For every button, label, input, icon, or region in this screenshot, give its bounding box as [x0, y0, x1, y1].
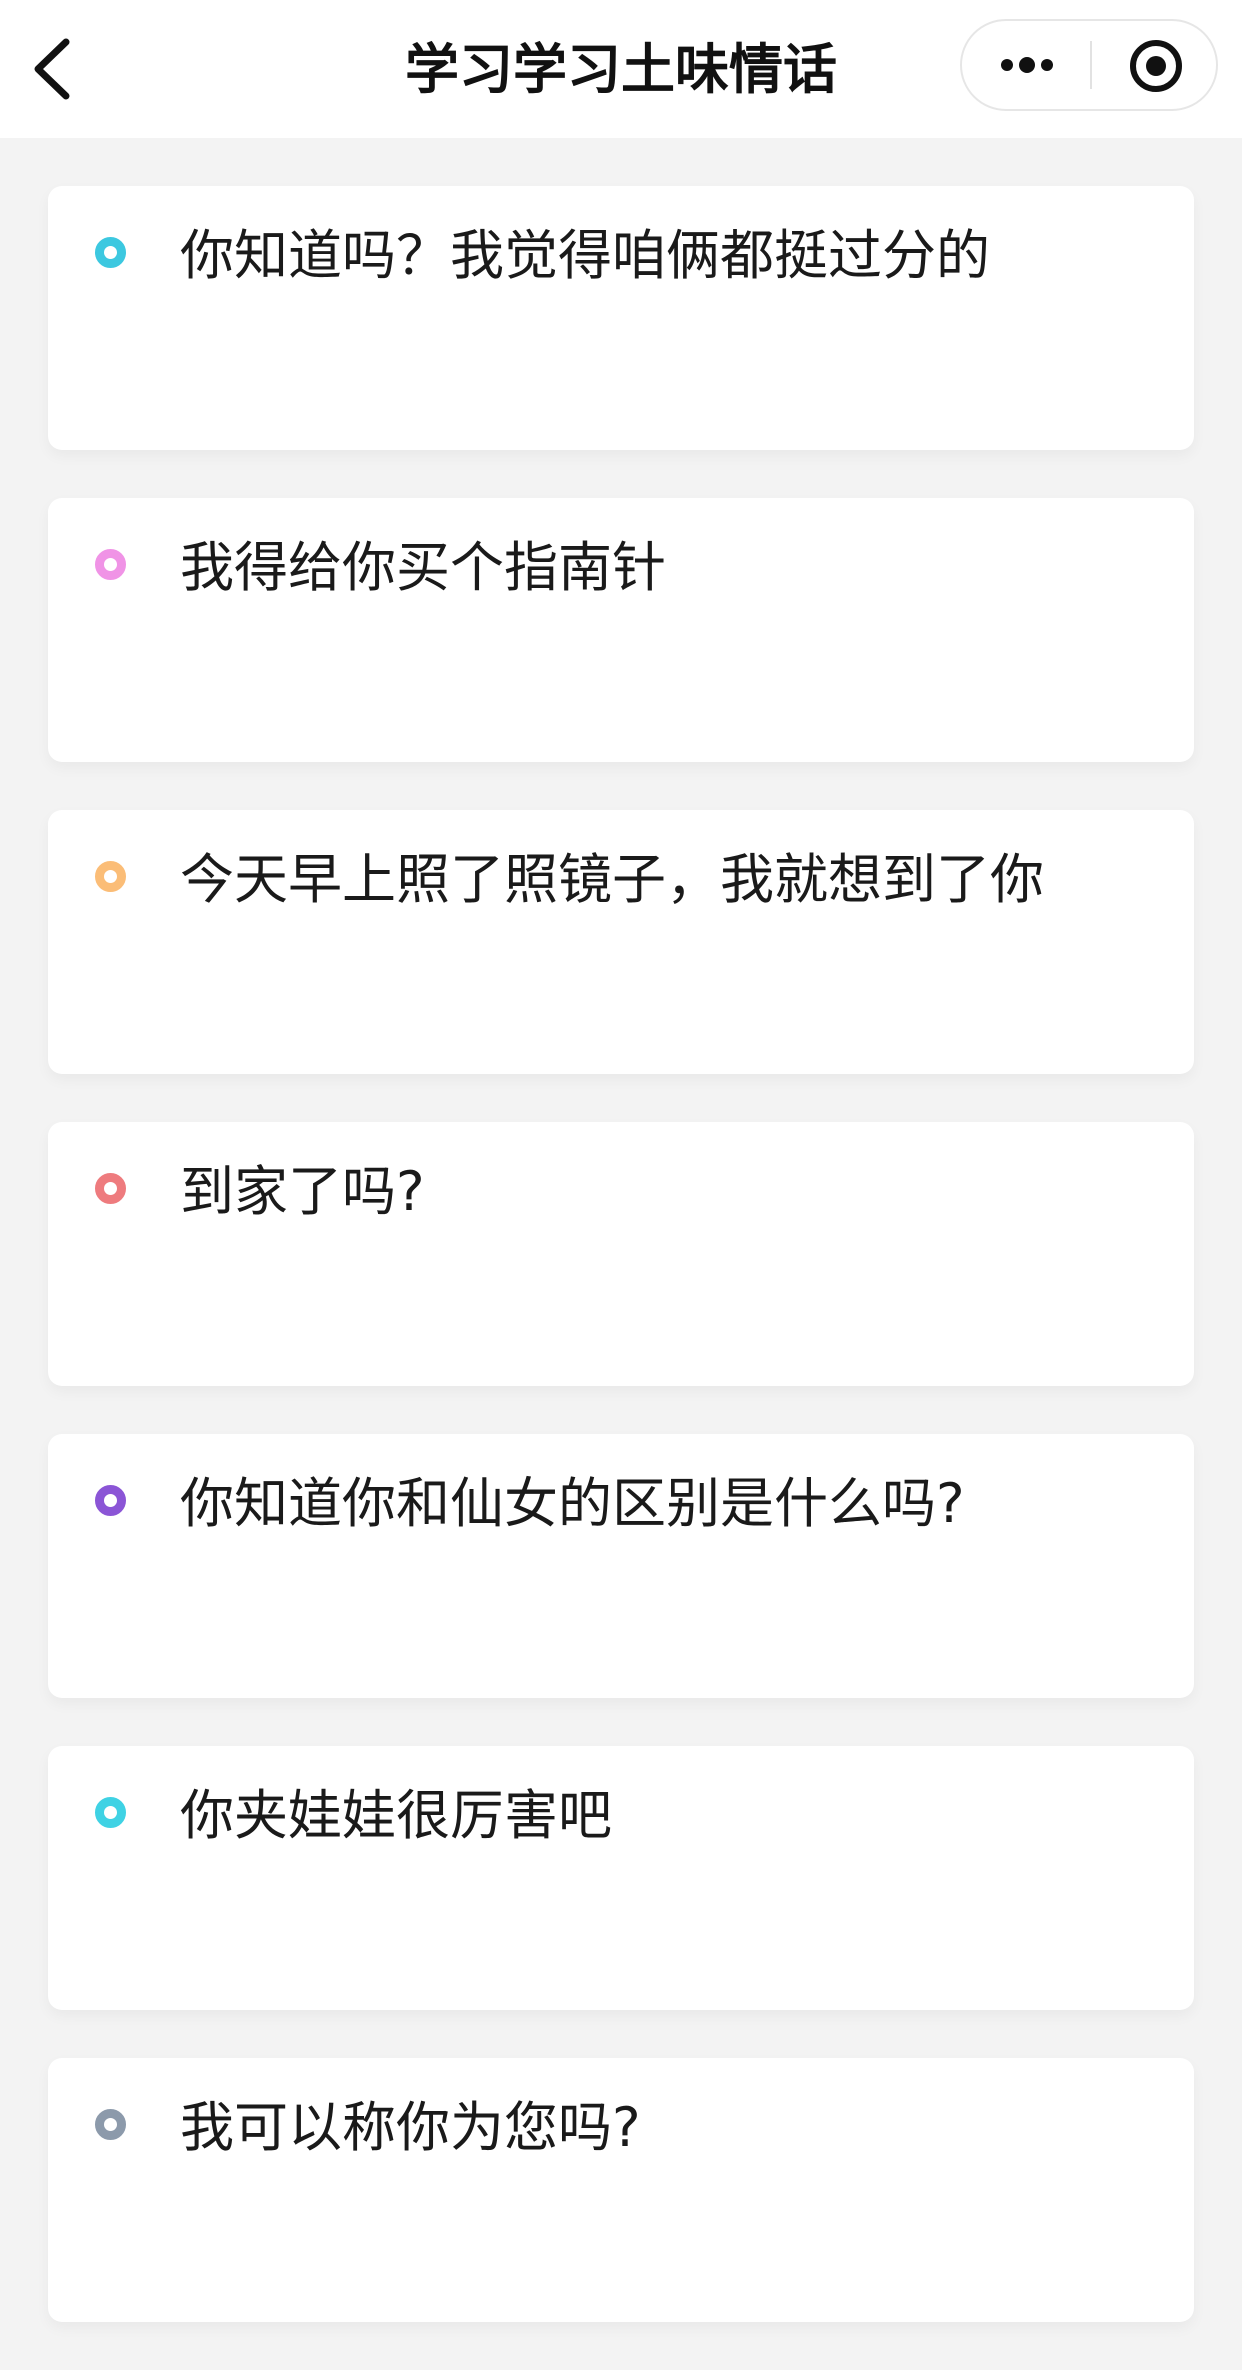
more-dots-icon — [1001, 57, 1053, 73]
ring-bullet-icon — [95, 2109, 126, 2140]
list-item-text: 到家了吗? — [180, 1160, 425, 1223]
ring-bullet-icon — [95, 1485, 126, 1516]
list-item-text: 你知道吗？我觉得咱俩都挺过分的 — [180, 224, 990, 287]
close-button[interactable] — [1092, 21, 1216, 109]
list-item[interactable]: 你夹娃娃很厉害吧 — [48, 1746, 1194, 2010]
ring-bullet-icon — [95, 1173, 126, 1204]
list-item[interactable]: 你知道吗？我觉得咱俩都挺过分的 — [48, 186, 1194, 450]
navigation-bar: 学习学习土味情话 — [0, 0, 1242, 138]
ring-bullet-icon — [95, 1797, 126, 1828]
list-item[interactable]: 你知道你和仙女的区别是什么吗? — [48, 1434, 1194, 1698]
list-item[interactable]: 我得给你买个指南针 — [48, 498, 1194, 762]
list-item[interactable]: 到家了吗? — [48, 1122, 1194, 1386]
ring-bullet-icon — [95, 549, 126, 580]
more-button[interactable] — [962, 21, 1090, 109]
pickup-line-list: 你知道吗？我觉得咱俩都挺过分的 我得给你买个指南针 今天早上照了照镜子，我就想到… — [48, 186, 1194, 2370]
list-item-text: 我得给你买个指南针 — [180, 536, 666, 599]
mini-program-capsule — [960, 19, 1218, 111]
list-item-text: 今天早上照了照镜子，我就想到了你 — [180, 848, 1044, 911]
list-item-text: 你知道你和仙女的区别是什么吗? — [180, 1472, 965, 1535]
list-item-text: 我可以称你为您吗? — [180, 2096, 641, 2159]
ring-bullet-icon — [95, 861, 126, 892]
list-item[interactable]: 我可以称你为您吗? — [48, 2058, 1194, 2322]
list-item-text: 你夹娃娃很厉害吧 — [180, 1784, 612, 1847]
target-circle-icon — [1130, 40, 1182, 92]
list-item[interactable]: 今天早上照了照镜子，我就想到了你 — [48, 810, 1194, 1074]
ring-bullet-icon — [95, 237, 126, 268]
